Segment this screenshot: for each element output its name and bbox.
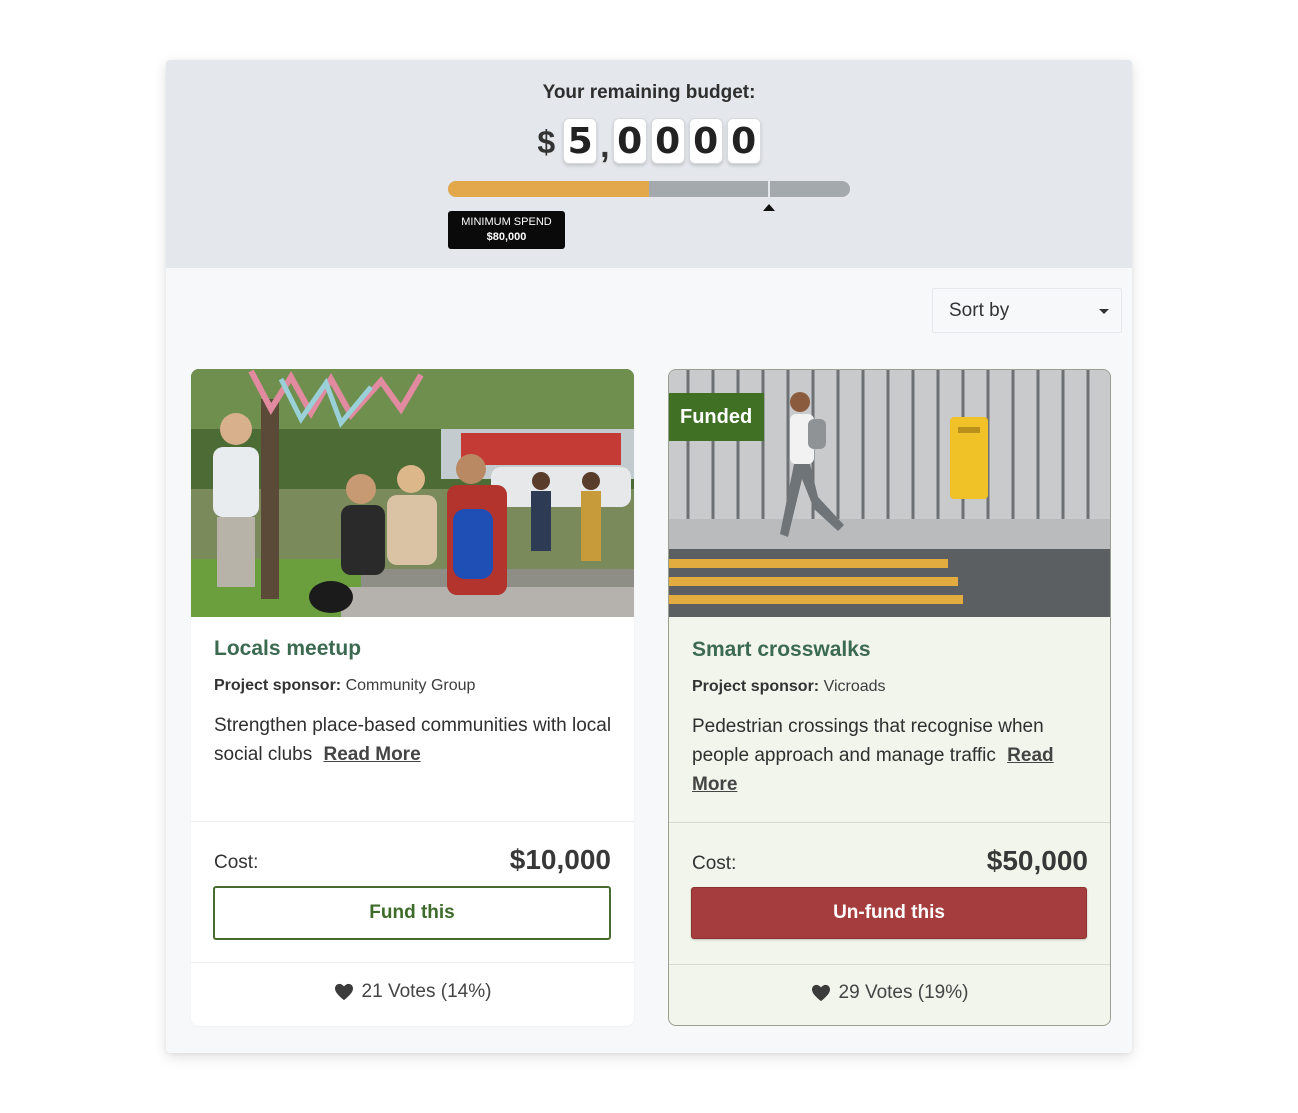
divider [669, 964, 1110, 965]
heart-icon[interactable] [811, 984, 831, 1002]
budget-digit: 0 [726, 118, 761, 164]
budget-header: Your remaining budget: $ 5 , 0 0 0 0 MIN… [166, 60, 1132, 268]
budget-title: Your remaining budget: [542, 82, 756, 103]
project-card-locals-meetup: Locals meetup Project sponsor: Community… [191, 369, 634, 1026]
project-description: Strengthen place-based communities with … [214, 711, 614, 769]
project-image-crosswalk: Funded [669, 370, 1110, 617]
minimum-spend-marker-icon [763, 204, 775, 211]
divider [669, 822, 1110, 823]
currency-symbol: $ [537, 124, 556, 160]
votes-count: 29 Votes (19%) [838, 982, 969, 1003]
minimum-spend-tooltip: MINIMUM SPEND $80,000 [448, 211, 565, 249]
cost-value: $10,000 [509, 844, 611, 875]
project-image-people-meetup [191, 369, 634, 617]
description-text: Pedestrian crossings that recognise when… [692, 716, 1044, 766]
sort-by-label: Sort by [949, 299, 1010, 321]
budget-digit: 5 [563, 118, 598, 164]
minimum-spend-label: MINIMUM SPEND [461, 216, 552, 228]
sponsor-label: Project sponsor: [692, 678, 820, 695]
project-sponsor: Project sponsor: Community Group [214, 677, 475, 695]
fund-this-button[interactable]: Fund this [213, 886, 611, 940]
project-description: Pedestrian crossings that recognise when… [692, 712, 1062, 799]
budget-panel: Your remaining budget: $ 5 , 0 0 0 0 MIN… [166, 60, 1132, 1053]
sponsor-label: Project sponsor: [214, 677, 342, 694]
budget-digit: 0 [612, 118, 647, 164]
sort-by-dropdown[interactable]: Sort by [932, 288, 1122, 333]
votes-row: 21 Votes (14%) [191, 981, 634, 1003]
budget-digit: 0 [650, 118, 685, 164]
sponsor-name: Vicroads [823, 678, 886, 695]
sponsor-name: Community Group [345, 677, 476, 694]
read-more-link[interactable]: Read More [324, 744, 421, 765]
cost-label: Cost: [692, 853, 737, 874]
budget-progress-fill [448, 181, 649, 197]
project-title[interactable]: Smart crosswalks [692, 638, 871, 662]
cost-value: $50,000 [986, 845, 1088, 876]
funded-badge: Funded [669, 393, 765, 441]
cost-label: Cost: [214, 852, 259, 873]
minimum-spend-tick [768, 181, 770, 197]
project-card-smart-crosswalks: Funded Smart crosswalks Project sponsor:… [668, 369, 1111, 1026]
heart-icon[interactable] [334, 983, 354, 1001]
votes-row: 29 Votes (19%) [669, 982, 1110, 1004]
budget-counter: $ 5 , 0 0 0 0 [166, 118, 1132, 164]
thousands-separator: , [600, 127, 610, 165]
un-fund-this-button[interactable]: Un-fund this [691, 887, 1087, 939]
divider [191, 821, 634, 822]
divider [191, 962, 634, 963]
budget-digit: 0 [688, 118, 723, 164]
project-sponsor: Project sponsor: Vicroads [692, 678, 886, 696]
caret-down-icon [1099, 309, 1109, 314]
budget-progress-bar [448, 181, 850, 197]
votes-count: 21 Votes (14%) [361, 981, 492, 1002]
project-title[interactable]: Locals meetup [214, 637, 361, 661]
minimum-spend-amount: $80,000 [486, 231, 527, 243]
